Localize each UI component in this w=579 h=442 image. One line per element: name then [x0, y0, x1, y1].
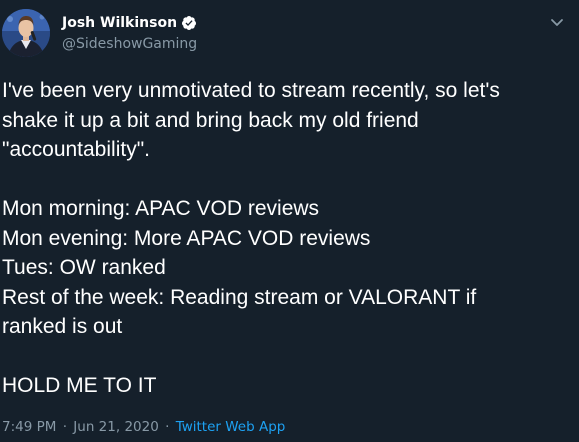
tweet-source-link[interactable]: Twitter Web App — [176, 419, 286, 435]
chevron-down-icon[interactable] — [549, 14, 565, 30]
tweet-line: ranked is out — [2, 315, 123, 338]
author-name-row: Josh Wilkinson — [62, 12, 197, 34]
tweet-line: HOLD ME TO IT — [2, 374, 157, 397]
tweet-date[interactable]: Jun 21, 2020 — [73, 419, 159, 435]
tweet-line: Mon evening: More APAC VOD reviews — [2, 226, 371, 250]
tweet-line: Rest of the week: Reading stream or VALO… — [2, 285, 477, 309]
tweet-text: I've been very unmotivated to stream rec… — [2, 76, 572, 401]
meta-separator: · — [165, 419, 170, 435]
author-handle[interactable]: @SideshowGaming — [62, 36, 197, 52]
avatar[interactable] — [2, 9, 50, 57]
tweet-meta: 7:49 PM · Jun 21, 2020 · Twitter Web App — [2, 419, 285, 435]
tweet: Josh Wilkinson @SideshowGaming I've been… — [0, 0, 579, 442]
verified-badge-icon — [181, 15, 197, 31]
author-display-name[interactable]: Josh Wilkinson — [62, 15, 177, 31]
tweet-line: Mon morning: APAC VOD reviews — [2, 197, 320, 220]
tweet-line: I've been very unmotivated to stream rec… — [2, 79, 500, 102]
tweet-header: Josh Wilkinson @SideshowGaming — [0, 0, 579, 70]
tweet-line: shake it up a bit and bring back my old … — [2, 108, 419, 132]
avatar-image — [2, 9, 50, 57]
tweet-line: "accountability". — [2, 138, 150, 161]
meta-separator: · — [62, 419, 67, 435]
tweet-line: Tues: OW ranked — [2, 256, 166, 279]
tweet-time[interactable]: 7:49 PM — [2, 419, 56, 435]
